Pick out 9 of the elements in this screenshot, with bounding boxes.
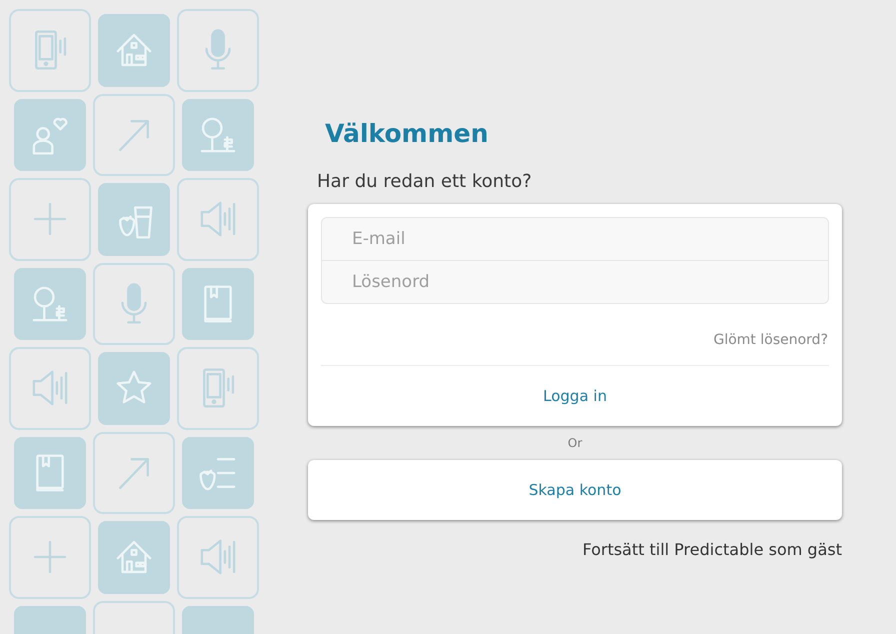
guest-link[interactable]: Fortsätt till Predictable som gäst	[582, 538, 842, 562]
forgot-password-link[interactable]: Glömt lösenord?	[713, 328, 829, 352]
create-account-button[interactable]: Skapa konto	[308, 460, 842, 520]
login-prompt: Har du redan ett konto?	[317, 170, 533, 194]
welcome-title: Välkommen	[325, 118, 490, 150]
login-button[interactable]: Logga in	[321, 366, 829, 426]
input-field[interactable]: E-mail	[321, 217, 829, 261]
input-field[interactable]: Lösenord	[321, 261, 829, 304]
or-separator: Or	[566, 435, 584, 452]
